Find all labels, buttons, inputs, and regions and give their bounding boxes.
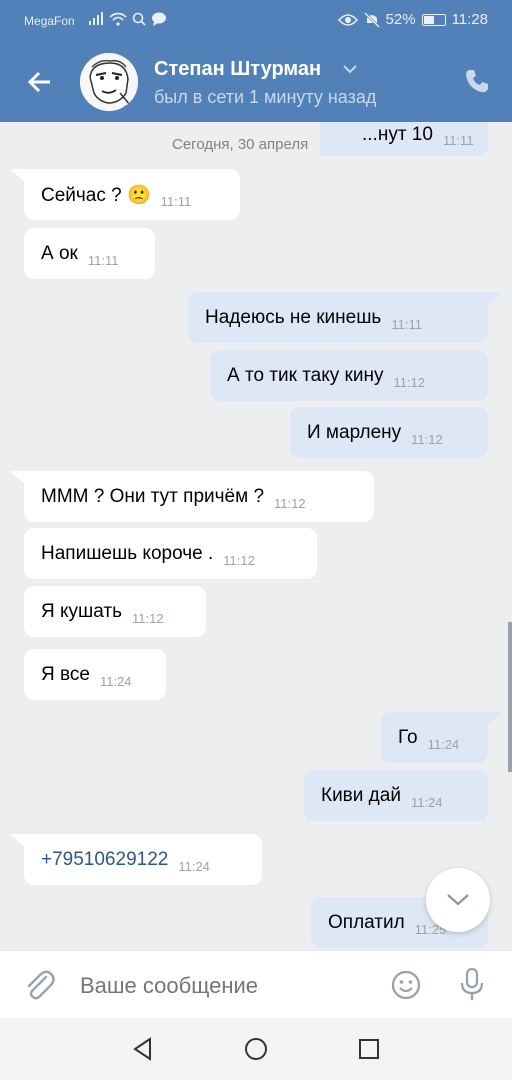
nav-recent-button[interactable] [354, 1034, 384, 1064]
message-time: 11:11 [391, 317, 422, 332]
chat-header: Степан Штурман был в сети 1 минуту назад [0, 40, 512, 122]
smiley-icon [391, 970, 421, 1000]
message-text: Го [398, 726, 418, 748]
battery-icon [421, 13, 446, 26]
message-text: ...нут 10 [362, 124, 433, 145]
battery-level [423, 15, 434, 24]
message-text: Киви дай [321, 784, 401, 806]
message-time: 11:12 [223, 553, 255, 568]
message-time: 11:11 [87, 253, 119, 268]
nav-back-button[interactable] [128, 1034, 158, 1064]
outgoing-message[interactable]: Го 11:24 [381, 712, 488, 763]
system-nav-bar [0, 1018, 512, 1080]
chevron-down-icon [447, 894, 469, 906]
message-input[interactable] [80, 971, 380, 1001]
message-time: 11:12 [393, 375, 426, 390]
outgoing-message[interactable]: А то тик таку кину 11:12 [210, 350, 488, 401]
chevron-down-icon[interactable] [342, 62, 358, 76]
carrier-label: MegaFon [24, 14, 75, 28]
message-time: 11:24 [178, 859, 210, 874]
contact-last-seen: был в сети 1 минуту назад [154, 87, 377, 107]
avatar-image [80, 53, 138, 111]
battery-percent: 52% [385, 11, 416, 28]
message-text: Напишешь короче . [41, 542, 214, 564]
bubble-tail [486, 712, 502, 726]
paperclip-icon [27, 970, 55, 1000]
message-time: 11:11 [160, 194, 192, 209]
message-text: Надеюсь не кинешь [205, 306, 382, 328]
attach-button[interactable] [22, 967, 56, 1003]
clock: 11:28 [451, 11, 488, 28]
chat-bubble-icon [152, 12, 166, 26]
phone-link[interactable]: +79510629122 [41, 849, 168, 871]
message-text: Оплатил [328, 911, 405, 933]
incoming-message[interactable]: Я все 11:24 [24, 649, 166, 700]
circle-home-icon [245, 1038, 267, 1060]
status-right: 52% 11:28 [337, 11, 488, 28]
message-time: 11:24 [410, 795, 443, 810]
nav-home-button[interactable] [241, 1034, 271, 1064]
message-composer [0, 950, 512, 1018]
status-bar: MegaFon 52% 11:28 [0, 0, 512, 40]
scrollbar[interactable] [508, 622, 512, 772]
back-button[interactable] [22, 64, 58, 100]
scroll-down-button[interactable] [426, 868, 490, 932]
message-time: 11:12 [132, 611, 164, 626]
outgoing-message[interactable]: Киви дай 11:24 [304, 770, 488, 821]
mute-icon [363, 11, 380, 28]
status-icons [88, 12, 167, 26]
search-icon [132, 12, 146, 26]
incoming-message[interactable]: МММ ? Они тут причём ? 11:12 [24, 471, 374, 522]
outgoing-message[interactable]: Надеюсь не кинешь 11:11 [188, 292, 488, 343]
arrow-left-icon [27, 71, 50, 93]
message-text: А то тик таку кину [227, 364, 384, 386]
microphone-icon [460, 967, 484, 1000]
incoming-message[interactable]: Я кушать 11:12 [24, 586, 206, 637]
message-time: 11:11 [442, 132, 474, 148]
signal-icon [89, 12, 103, 25]
bubble-tail [10, 169, 26, 183]
avatar[interactable] [80, 53, 138, 111]
message-text: Сейчас ? 🙁 [41, 184, 151, 206]
wifi-icon [109, 12, 127, 26]
bubble-tail [10, 834, 26, 848]
square-recent-icon [359, 1039, 379, 1059]
message-time: 11:12 [411, 432, 443, 447]
message-time: 11:24 [427, 737, 460, 752]
message-time: 11:24 [99, 674, 132, 689]
contact-name[interactable]: Степан Штурман [154, 58, 321, 81]
phone-icon [466, 70, 488, 93]
message-text: Я кушать [41, 600, 123, 622]
eye-icon [337, 13, 358, 26]
message-list[interactable]: ...нут 10 11:11 Сегодня, 30 апреля Сейча… [0, 122, 512, 950]
triangle-back-icon [133, 1037, 151, 1061]
outgoing-message[interactable]: И марлену 11:12 [290, 407, 488, 458]
incoming-message[interactable]: Напишешь короче . 11:12 [24, 528, 317, 579]
message-text: И марлену [307, 421, 402, 443]
call-button[interactable] [462, 66, 492, 96]
emoji-button[interactable] [390, 969, 422, 1001]
incoming-message[interactable]: +79510629122 11:24 [24, 834, 262, 885]
date-separator: Сегодня, 30 апреля [160, 122, 321, 158]
message-text: А ок [41, 242, 78, 264]
voice-message-button[interactable] [458, 965, 486, 1005]
message-text: Я все [41, 663, 90, 685]
incoming-message[interactable]: А ок 11:11 [24, 228, 155, 279]
bubble-tail [10, 471, 26, 485]
message-text: МММ ? Они тут причём ? [41, 485, 265, 507]
message-time: 11:12 [274, 496, 306, 511]
bubble-tail [486, 292, 502, 306]
incoming-message[interactable]: Сейчас ? 🙁 11:11 [24, 169, 240, 220]
